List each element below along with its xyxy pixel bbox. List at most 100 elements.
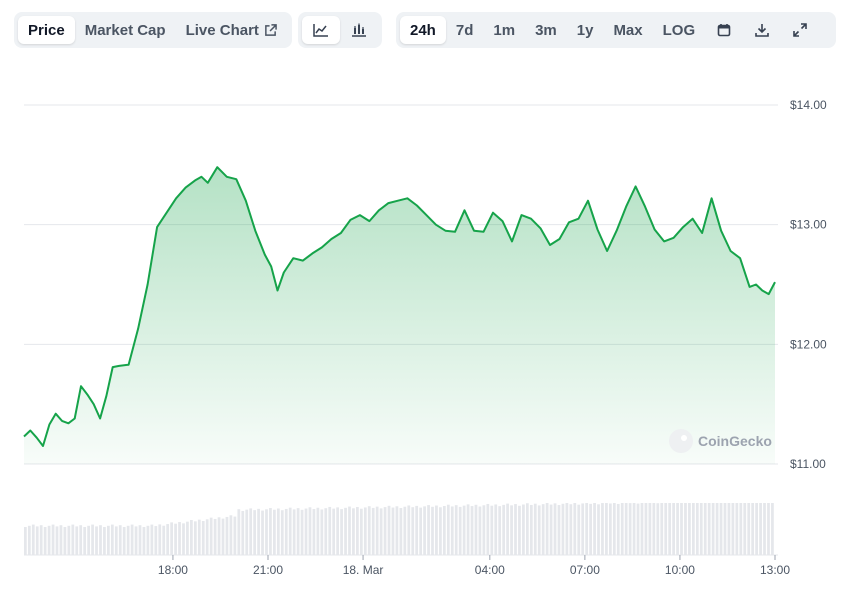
volume-bar [221, 518, 225, 555]
volume-bar [336, 507, 340, 555]
volume-bar [273, 509, 276, 555]
volume-bar [217, 517, 221, 555]
volume-bar [715, 503, 719, 555]
volume-bar [284, 508, 288, 555]
volume-bar [352, 508, 355, 555]
volume-bar [518, 505, 521, 555]
volume-bar [213, 518, 217, 555]
volume-bar [660, 503, 664, 555]
volume-bar [265, 509, 268, 555]
price-chart[interactable]: CoinGecko $14.00 $13.00 $12.00 $11.00 18:00 2… [0, 0, 850, 593]
volume-bar [304, 508, 308, 555]
volume-bar [201, 520, 205, 555]
volume-bar [612, 503, 616, 555]
volume-bar [103, 527, 106, 555]
volume-bar [348, 506, 351, 555]
volume-bar [292, 509, 296, 555]
volume-bar [557, 505, 561, 555]
volume-bar [209, 517, 213, 555]
volume-bar [79, 525, 83, 555]
volume-bar [620, 503, 624, 555]
volume-bar [320, 509, 324, 555]
volume-bar [261, 510, 264, 555]
volume-bar [158, 524, 162, 555]
volume-bar [99, 525, 102, 555]
volume-bar [257, 508, 260, 555]
volume-bar [403, 506, 407, 555]
volume-bar [316, 507, 320, 555]
volume-bar [387, 505, 391, 555]
volume-bar [541, 504, 545, 555]
volume-bar [83, 527, 87, 555]
x-tick-label: 18:00 [158, 563, 188, 577]
volume-bar [126, 525, 130, 555]
volume-bar [363, 507, 367, 555]
volume-bar [249, 508, 253, 555]
y-tick-label: $14.00 [790, 98, 827, 112]
volume-bar [644, 503, 648, 555]
volume-bar [43, 527, 47, 555]
volume-bar [506, 503, 509, 555]
volume-bar [640, 503, 644, 555]
volume-bar [695, 503, 699, 555]
volume-bar [672, 503, 675, 555]
volume-bar [150, 524, 154, 555]
volume-bar [356, 507, 359, 555]
volume-bar [462, 505, 466, 555]
volume-bar [35, 526, 39, 555]
volume-bar [522, 504, 525, 555]
volume-bar [751, 503, 755, 555]
volume-bar [533, 503, 537, 555]
volume-bar [565, 503, 569, 555]
volume-bar [458, 506, 462, 555]
volume-bar [446, 504, 450, 555]
volume-bar [344, 507, 347, 555]
volume-bar [719, 503, 723, 555]
volume-bar [703, 503, 707, 555]
volume-bar [367, 506, 371, 555]
volume-bar [407, 505, 411, 555]
volume-bar [628, 503, 632, 555]
volume-bar [474, 504, 478, 555]
volume-bar [632, 503, 636, 555]
volume-bar [688, 503, 691, 555]
volume-bar [442, 505, 446, 555]
volume-bar [296, 508, 300, 555]
volume-bar [308, 507, 312, 555]
volume-bar [193, 521, 197, 555]
volume-bar [652, 503, 656, 555]
volume-bar [553, 503, 557, 555]
volume-bar [771, 503, 774, 555]
volume-bar [759, 503, 762, 555]
volume-bar [581, 503, 585, 555]
volume-bar [435, 505, 438, 555]
volume-bar [664, 503, 668, 555]
volume-bar [340, 509, 343, 555]
volume-bar [514, 504, 517, 555]
volume-bar [423, 506, 426, 555]
volume-bar [182, 523, 185, 555]
volume-bar [577, 504, 581, 555]
volume-bar [205, 519, 209, 555]
x-tick-label: 04:00 [475, 563, 505, 577]
volume-bar [383, 507, 387, 555]
volume-bar [427, 505, 430, 555]
volume-bar [636, 503, 640, 555]
volume-bar [391, 507, 395, 555]
volume-bar [454, 505, 458, 555]
volume-bar [419, 507, 423, 555]
volume-bar [589, 503, 592, 555]
volume-bar [494, 504, 498, 555]
volume-bar [529, 504, 533, 555]
volume-bar [122, 527, 126, 555]
volume-bar [71, 524, 75, 555]
volume-bar [174, 523, 177, 555]
x-tick-label: 13:00 [760, 563, 790, 577]
volume-bar [490, 505, 494, 555]
volume-bar [118, 525, 122, 555]
volume-bar [699, 503, 703, 555]
volume-bar [375, 506, 379, 555]
price-chart-svg: CoinGecko $14.00 $13.00 $12.00 $11.00 18:00 2… [23, 98, 827, 577]
volume-bar [482, 505, 486, 555]
volume-bar [450, 506, 454, 555]
